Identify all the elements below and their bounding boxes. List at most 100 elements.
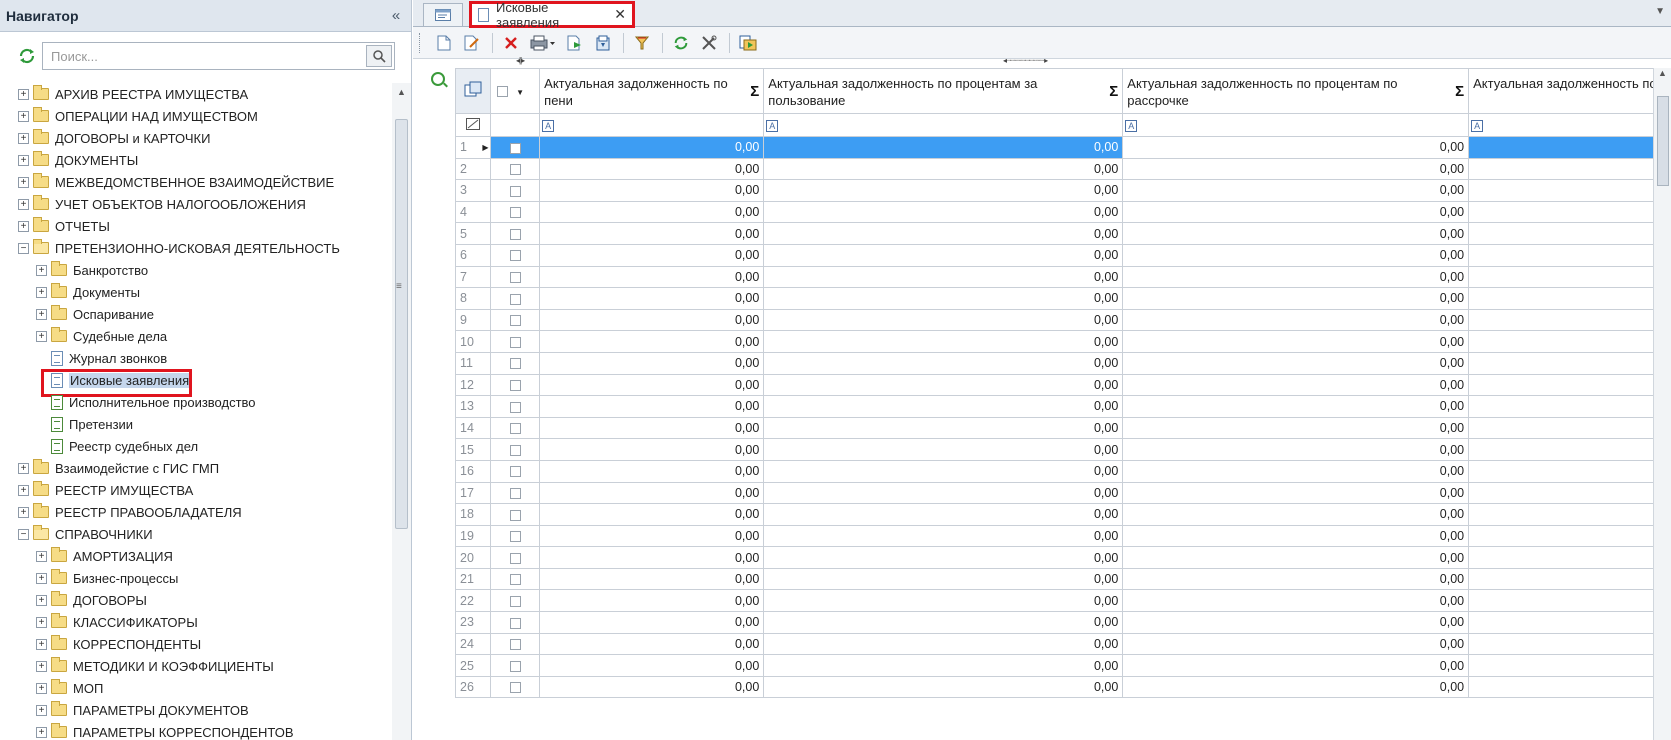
row-checkbox[interactable] [509,250,521,262]
tree-item[interactable]: Исковые заявления [0,369,392,397]
row-checkbox[interactable] [509,401,521,413]
export-icon[interactable] [562,31,588,55]
table-row[interactable]: 6 0,00 0,00 0,00 [454,243,1671,267]
tree-item[interactable]: Претензии [0,413,392,435]
tree-item[interactable]: + МЕТОДИКИ И КОЭФФИЦИЕНТЫ [0,655,392,677]
run-icon[interactable] [735,31,761,55]
column-header-procenty-polzovanie[interactable]: Актуальная задолженность по процентам за… [763,68,1124,114]
row-checkbox[interactable] [509,272,521,284]
table-cell[interactable]: 0,00 [1122,503,1470,526]
table-cell[interactable] [1468,459,1671,483]
table-cell[interactable]: 0,00 [1122,524,1470,548]
table-cell[interactable]: 0,00 [539,438,765,461]
table-row[interactable]: 20 0,00 0,00 0,00 [454,546,1671,569]
table-cell[interactable]: 0,00 [539,351,765,375]
table-cell[interactable] [1468,654,1671,677]
collapse-icon[interactable]: − [18,242,29,254]
delete-icon[interactable] [498,31,524,55]
table-row[interactable]: 23 0,00 0,00 0,00 [454,611,1671,634]
row-checkbox[interactable] [509,185,521,197]
table-cell[interactable]: 0,00 [539,524,765,548]
filter-cell[interactable]: A [1122,113,1470,137]
table-cell[interactable] [1468,351,1671,375]
table-cell[interactable]: 0,00 [539,200,765,224]
table-cell[interactable] [1468,416,1671,440]
table-row[interactable]: 12 0,00 0,00 0,00 [454,373,1671,397]
table-cell[interactable]: 0,00 [763,200,1124,224]
tree-item[interactable]: + Оспаривание [0,303,392,325]
table-cell[interactable]: 0,00 [1122,611,1470,634]
tab-iskovye-zayavleniya[interactable]: Исковые заявления ✕ [469,0,635,30]
table-cell[interactable]: 0,00 [1122,459,1470,483]
table-cell[interactable] [1468,481,1671,505]
close-tab-icon[interactable]: ✕ [614,6,626,23]
table-cell[interactable]: 0,00 [763,459,1124,483]
tree-item[interactable]: + ОПЕРАЦИИ НАД ИМУЩЕСТВОМ [0,105,392,127]
tree-item[interactable]: + РЕЕСТР ПРАВООБЛАДАТЕЛЯ [0,501,392,523]
text-filter-icon[interactable]: A [1125,120,1138,133]
sum-icon[interactable]: Σ [750,83,759,100]
table-cell[interactable]: 0,00 [539,481,765,505]
table-cell[interactable]: 0,00 [539,654,765,677]
search-input[interactable] [49,47,349,65]
table-cell[interactable]: 0,00 [539,265,765,289]
collapse-panel-icon[interactable]: « [387,7,405,24]
refresh-grid-icon[interactable] [668,31,694,55]
table-row[interactable]: 26 0,00 0,00 0,00 [454,675,1671,699]
table-cell[interactable] [1468,308,1671,332]
row-checkbox[interactable] [509,682,521,694]
table-cell[interactable]: 0,00 [539,395,765,418]
table-cell[interactable]: 0,00 [763,546,1124,569]
tree-item[interactable]: + Взаимодейстие с ГИС ГМП [0,457,392,479]
tree-item[interactable]: Исполнительное производство [0,391,392,413]
toolbar-grip[interactable] [419,32,423,53]
table-cell[interactable]: 0,00 [539,179,765,202]
grid-scrollbar[interactable]: ▲ [1653,68,1671,740]
table-cell[interactable]: 0,00 [1122,136,1470,159]
table-cell[interactable] [1468,395,1671,418]
table-cell[interactable]: 0,00 [763,157,1124,181]
import-icon[interactable] [590,31,616,55]
table-cell[interactable]: 0,00 [1122,287,1470,310]
table-cell[interactable]: 0,00 [539,157,765,181]
table-cell[interactable]: 0,00 [763,136,1124,159]
table-cell[interactable]: 0,00 [539,330,765,353]
tree-item[interactable]: + РЕЕСТР ИМУЩЕСТВА [0,479,392,501]
navigator-scrollbar[interactable]: ▲ ≡ [392,83,411,740]
tree-item[interactable]: + МЕЖВЕДОМСТВЕННОЕ ВЗАИМОДЕЙСТВИЕ [0,171,392,193]
table-row[interactable]: 24 0,00 0,00 0,00 [454,632,1671,656]
table-cell[interactable]: 0,00 [1122,265,1470,289]
row-checkbox[interactable] [509,228,521,240]
table-cell[interactable]: 0,00 [763,611,1124,634]
sum-icon[interactable]: Σ [1455,83,1464,100]
table-cell[interactable]: 0,00 [539,308,765,332]
table-cell[interactable]: 0,00 [1122,546,1470,569]
table-cell[interactable] [1468,179,1671,202]
expand-icon[interactable]: + [18,220,29,232]
settings-icon[interactable] [696,31,722,55]
table-cell[interactable]: 0,00 [1122,632,1470,656]
table-row[interactable]: 2 0,00 0,00 0,00 [454,157,1671,181]
expand-icon[interactable]: + [36,638,47,650]
expand-icon[interactable]: + [36,330,47,342]
table-cell[interactable]: 0,00 [1122,243,1470,267]
expand-icon[interactable]: + [36,286,47,298]
new-doc-icon[interactable] [431,31,457,55]
tree-item[interactable]: + ДОКУМЕНТЫ [0,149,392,171]
table-cell[interactable]: 0,00 [1122,416,1470,440]
table-cell[interactable]: 0,00 [539,589,765,613]
expand-icon[interactable]: + [18,110,29,122]
text-filter-icon[interactable]: A [766,120,779,133]
splitter-marker-icon[interactable]: ◂┈┈┈┈┈┈┈┈┈┈▸ [1003,56,1048,65]
expand-icon[interactable]: + [36,726,47,738]
table-cell[interactable] [1468,287,1671,310]
expand-icon[interactable]: + [18,88,29,100]
row-checkbox[interactable] [509,336,521,348]
row-checkbox[interactable] [509,531,521,543]
table-cell[interactable] [1468,157,1671,181]
tree-item[interactable]: + КЛАССИФИКАТОРЫ [0,611,392,633]
table-row[interactable]: 17 0,00 0,00 0,00 [454,481,1671,505]
table-cell[interactable]: 0,00 [539,222,765,245]
tree-item[interactable]: + МОП [0,677,392,699]
table-row[interactable]: 13 0,00 0,00 0,00 [454,395,1671,418]
